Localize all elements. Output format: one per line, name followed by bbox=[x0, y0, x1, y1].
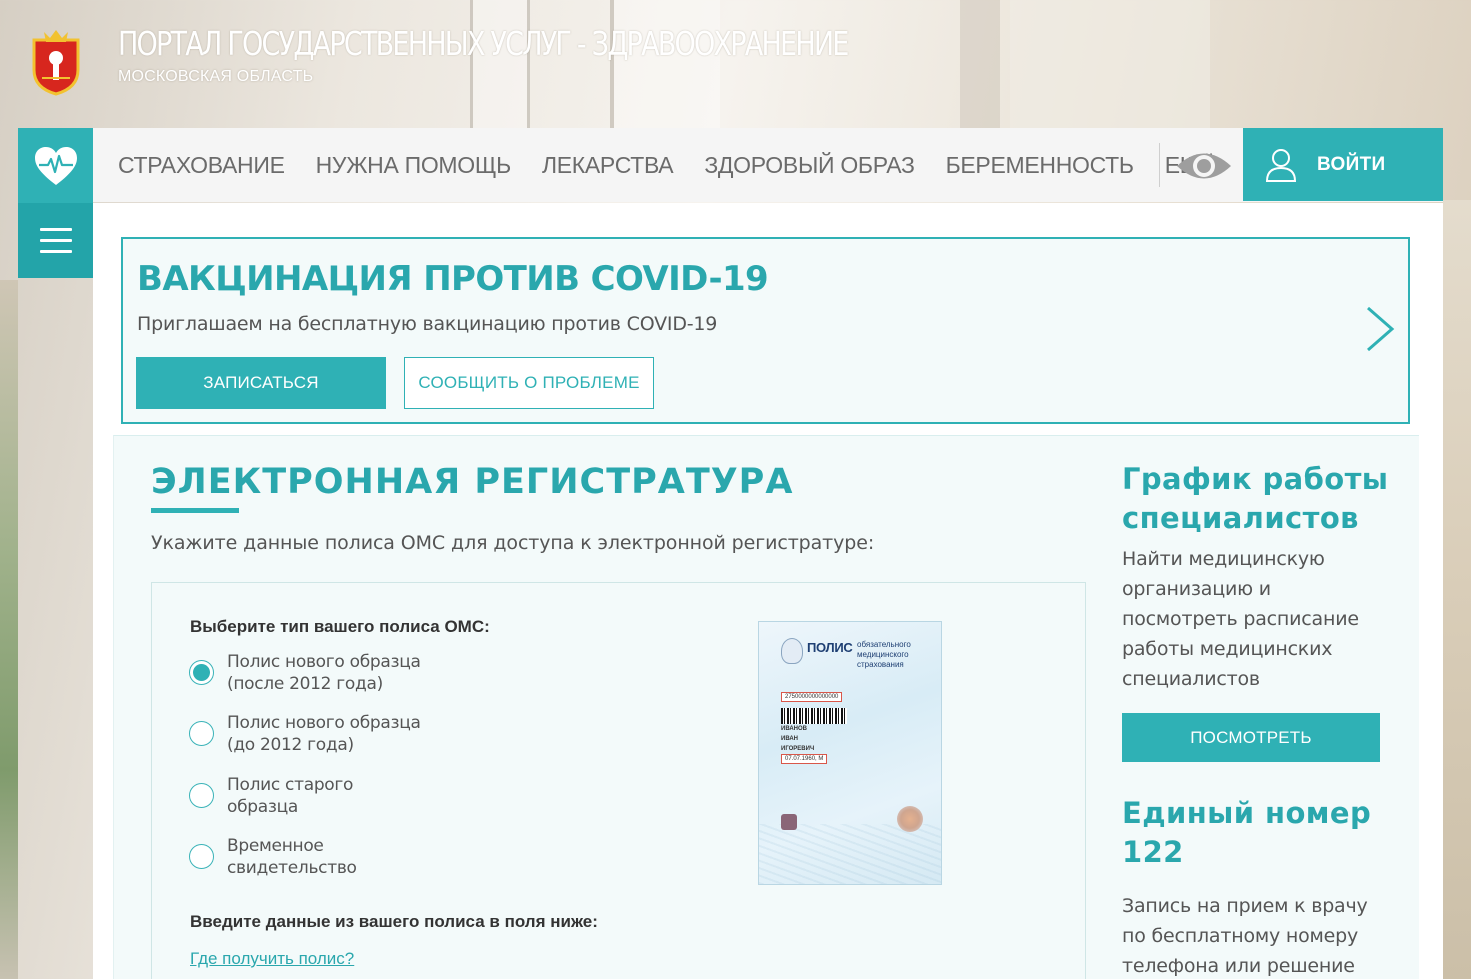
radio-button[interactable] bbox=[189, 721, 214, 746]
nav-item-need-help[interactable]: НУЖНА ПОМОЩЬ bbox=[316, 152, 512, 179]
chip-icon bbox=[781, 814, 797, 830]
policy-sample-image: ПОЛИС обязательного медицинского страхов… bbox=[758, 621, 942, 885]
radio-label: Полис старого образца bbox=[227, 775, 354, 817]
registry-instruction: Укажите данные полиса ОМС для доступа к … bbox=[151, 532, 875, 554]
schedule-title: График работы специалистов bbox=[1122, 462, 1389, 535]
radio-label: Временное свидетельство bbox=[227, 836, 357, 878]
nav-item-medicines[interactable]: ЛЕКАРСТВА bbox=[542, 152, 674, 179]
registry-title: ЭЛЕКТРОННАЯ РЕГИСТРАТУРА bbox=[151, 462, 794, 502]
nav-menu: СТРАХОВАНИЕ НУЖНА ПОМОЩЬ ЛЕКАРСТВА ЗДОРО… bbox=[118, 128, 1247, 202]
chevron-right-icon[interactable] bbox=[1364, 305, 1396, 353]
hotline-title: Единый номер 122 bbox=[1122, 796, 1372, 869]
nav-item-pregnancy[interactable]: БЕРЕМЕННОСТЬ bbox=[946, 152, 1134, 179]
user-icon bbox=[1265, 148, 1297, 182]
radio-option-new-before-2012[interactable]: Полис нового образца (до 2012 года) bbox=[189, 712, 421, 756]
policy-heading: ПОЛИС bbox=[807, 640, 853, 655]
site-header: ПОРТАЛ ГОСУДАРСТВЕННЫХ УСЛУГ - ЗДРАВООХР… bbox=[0, 0, 1471, 128]
banner-title: ВАКЦИНАЦИЯ ПРОТИВ COVID-19 bbox=[137, 259, 769, 299]
policy-form: Выберите тип вашего полиса ОМС: Полис но… bbox=[151, 582, 1086, 979]
eye-icon[interactable] bbox=[1175, 147, 1233, 185]
barcode-icon bbox=[781, 708, 847, 724]
seal-icon bbox=[897, 806, 923, 832]
radio-option-temporary[interactable]: Временное свидетельство bbox=[189, 835, 357, 879]
heart-pulse-icon bbox=[34, 146, 77, 185]
radio-option-new-after-2012[interactable]: Полис нового образца (после 2012 года) bbox=[189, 651, 421, 695]
hotline-text: Запись на прием к врачу по бесплатному н… bbox=[1122, 895, 1368, 977]
view-schedule-button[interactable]: ПОСМОТРЕТЬ bbox=[1122, 713, 1380, 762]
portal-title: ПОРТАЛ ГОСУДАРСТВЕННЫХ УСЛУГ - ЗДРАВООХР… bbox=[118, 24, 849, 63]
login-button[interactable]: ВОЙТИ bbox=[1243, 128, 1443, 201]
region-subtitle: МОСКОВСКАЯ ОБЛАСТЬ bbox=[118, 68, 314, 85]
radio-label: Полис нового образца (до 2012 года) bbox=[227, 713, 421, 755]
schedule-text: Найти медицинскую организацию и посмотре… bbox=[1122, 548, 1359, 690]
radio-button[interactable] bbox=[189, 660, 214, 685]
nav-divider bbox=[1159, 143, 1160, 187]
background-right-strip bbox=[1443, 200, 1471, 979]
policy-number: 2750000000000000 bbox=[781, 692, 843, 702]
emblem-icon bbox=[781, 638, 803, 664]
radio-button[interactable] bbox=[189, 844, 214, 869]
title-underline bbox=[151, 508, 239, 513]
coat-of-arms-icon[interactable] bbox=[26, 26, 86, 96]
sign-up-button[interactable]: ЗАПИСАТЬСЯ bbox=[136, 357, 386, 409]
nav-item-healthy-lifestyle[interactable]: ЗДОРОВЫЙ ОБРАЗ bbox=[704, 152, 915, 179]
policy-type-label: Выберите тип вашего полиса ОМС: bbox=[190, 617, 490, 636]
radio-option-old[interactable]: Полис старого образца bbox=[189, 774, 353, 818]
covid-banner: ВАКЦИНАЦИЯ ПРОТИВ COVID-19 Приглашаем на… bbox=[121, 237, 1410, 424]
radio-button[interactable] bbox=[189, 783, 214, 808]
policy-birthdate: 07.07.1960, М bbox=[781, 754, 828, 764]
radio-label: Полис нового образца (после 2012 года) bbox=[227, 652, 421, 694]
home-button[interactable] bbox=[18, 128, 93, 203]
nav-item-insurance[interactable]: СТРАХОВАНИЕ bbox=[118, 152, 285, 179]
policy-data-label: Введите данные из вашего полиса в поля н… bbox=[190, 912, 598, 931]
background-left-strip bbox=[0, 280, 18, 979]
main-navbar: СТРАХОВАНИЕ НУЖНА ПОМОЩЬ ЛЕКАРСТВА ЗДОРО… bbox=[18, 128, 1443, 203]
report-problem-button[interactable]: СООБЩИТЬ О ПРОБЛЕМЕ bbox=[404, 357, 654, 409]
login-label: ВОЙТИ bbox=[1317, 153, 1386, 175]
hamburger-menu-icon[interactable] bbox=[18, 203, 93, 278]
banner-text: Приглашаем на бесплатную вакцинацию прот… bbox=[137, 313, 718, 335]
policy-subheading: обязательного медицинского страхования bbox=[857, 640, 911, 669]
where-to-get-policy-link[interactable]: Где получить полис? bbox=[190, 949, 354, 969]
